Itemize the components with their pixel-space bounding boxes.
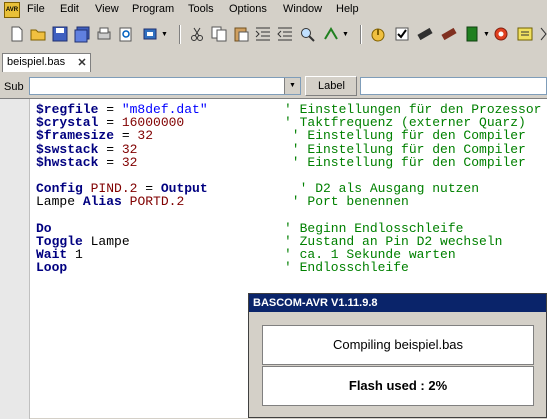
menu-window[interactable]: Window	[283, 3, 322, 15]
menu-tools[interactable]: Tools	[188, 3, 214, 15]
code-line: $hwstack = 32	[36, 156, 137, 169]
chip-icon[interactable]	[463, 25, 481, 43]
code-token: 32	[121, 154, 138, 170]
app-icon[interactable]: AVR	[4, 2, 20, 18]
code-token: 1	[67, 247, 83, 263]
save-icon[interactable]	[51, 25, 69, 43]
cut-icon[interactable]	[188, 25, 206, 43]
indent-icon[interactable]	[254, 25, 272, 43]
code-line: Loop	[36, 261, 67, 274]
paste-icon[interactable]	[232, 25, 250, 43]
compile-icon[interactable]	[369, 25, 387, 43]
chevron-down-icon[interactable]: ▼	[342, 31, 349, 38]
editor-gutter	[0, 99, 30, 419]
flash-usage: Flash used : 2%	[262, 366, 534, 406]
code-line: Toggle Lampe	[36, 235, 130, 248]
dialog-title: BASCOM-AVR V1.11.9.8	[249, 294, 546, 312]
print-preview-icon[interactable]	[117, 25, 135, 43]
code-token: $hwstack	[36, 154, 99, 170]
code-line: Do	[36, 222, 52, 235]
copy-icon[interactable]	[210, 25, 228, 43]
label-select[interactable]	[360, 77, 547, 95]
code-line: Lampe Alias PORTD.2	[36, 195, 184, 208]
toolbar-separator	[179, 25, 181, 44]
terminal-icon[interactable]	[516, 25, 534, 43]
menu-options[interactable]: Options	[229, 3, 267, 15]
compiling-status: Compiling beispiel.bas	[262, 325, 534, 365]
menu-program[interactable]: Program	[132, 3, 174, 15]
sub-select[interactable]: ▼	[29, 77, 301, 95]
code-line: $swstack = 32	[36, 143, 137, 156]
sub-label: Sub	[4, 81, 24, 93]
find-next-icon[interactable]	[322, 25, 340, 43]
code-line: $regfile = "m8def.dat"	[36, 103, 208, 116]
toolbar-separator	[360, 25, 362, 44]
code-comment: ' Endlosschleife	[284, 260, 409, 276]
code-comment: ' Einstellung für den Compiler	[284, 128, 526, 144]
open-folder-icon[interactable]	[29, 25, 47, 43]
more-icon[interactable]	[538, 25, 547, 43]
close-icon[interactable]	[76, 56, 88, 68]
code-token: Lampe	[36, 194, 83, 210]
code-comment: ' Taktfrequenz (externer Quarz)	[284, 115, 526, 131]
code-comment: ' Einstellung für den Compiler	[284, 141, 526, 157]
menu-edit[interactable]: Edit	[60, 3, 79, 15]
simulator-icon[interactable]	[440, 25, 458, 43]
menu-help[interactable]: Help	[336, 3, 359, 15]
chevron-down-icon[interactable]: ▼	[483, 31, 490, 38]
tab-beispiel[interactable]: beispiel.bas	[2, 53, 91, 72]
code-comment: ' Einstellungen für den Prozessor	[284, 102, 542, 117]
code-comment: ' Einstellung für den Compiler	[284, 154, 526, 170]
settings-icon[interactable]	[492, 25, 510, 43]
save-all-icon[interactable]	[73, 25, 91, 43]
syntax-check-icon[interactable]	[393, 25, 411, 43]
navigation-bar: Sub ▼ Label	[0, 76, 547, 98]
unindent-icon[interactable]	[276, 25, 294, 43]
code-token: Lampe	[82, 234, 130, 249]
compile-dialog: BASCOM-AVR V1.11.9.8 Compiling beispiel.…	[248, 293, 547, 418]
code-comment: ' ca. 1 Sekunde warten	[284, 247, 456, 263]
toolbar: ▼ ▼ ▼	[0, 21, 547, 48]
code-token: 32	[137, 128, 154, 144]
code-comment: ' D2 als Ausgang nutzen	[284, 181, 480, 197]
chevron-down-icon[interactable]: ▼	[161, 31, 168, 38]
code-token: =	[98, 154, 122, 170]
code-line: $crystal = 16000000	[36, 116, 184, 129]
code-line: Config PIND.2 = Output	[36, 182, 208, 195]
code-token: Loop	[36, 260, 68, 276]
print-icon[interactable]	[95, 25, 113, 43]
find-icon[interactable]	[298, 25, 316, 43]
menu-view[interactable]: View	[95, 3, 119, 15]
code-line: Wait 1	[36, 248, 83, 261]
tab-label: beispiel.bas	[7, 56, 66, 68]
code-token: PORTD.2	[129, 194, 185, 210]
tab-row: beispiel.bas	[0, 48, 547, 73]
chip-program-icon[interactable]	[141, 25, 159, 43]
code-comment: ' Port benennen	[284, 194, 409, 210]
program-chip-icon[interactable]	[416, 25, 434, 43]
code-token: Alias	[82, 194, 122, 210]
chevron-down-icon[interactable]: ▼	[284, 78, 300, 94]
menu-file[interactable]: File	[27, 3, 45, 15]
code-comment: ' Zustand an Pin D2 wechseln	[284, 234, 503, 249]
new-file-icon[interactable]	[8, 25, 26, 43]
menu-bar: AVR File Edit View Program Tools Options…	[0, 0, 547, 21]
code-comment: ' Beginn Endlosschleife	[284, 220, 464, 236]
label-button[interactable]: Label	[305, 76, 357, 96]
code-line: $framesize = 32	[36, 129, 153, 142]
